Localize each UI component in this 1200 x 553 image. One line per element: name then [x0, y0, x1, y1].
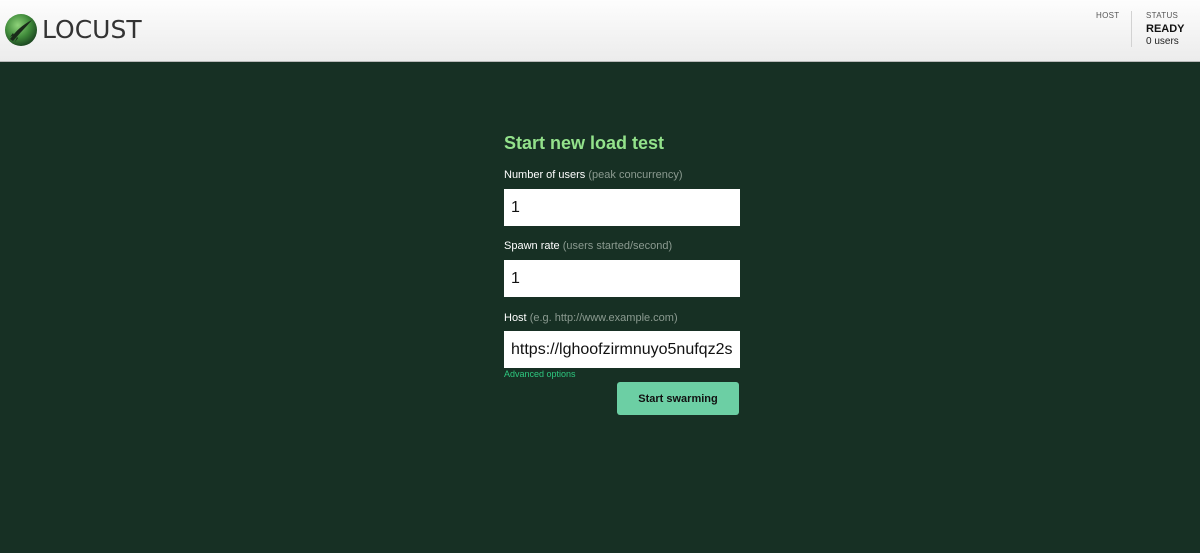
user-count: 0 users — [1146, 36, 1179, 47]
top-bar: LOCUST HOST STATUS READY 0 users — [0, 0, 1200, 62]
users-hint: (peak concurrency) — [588, 169, 683, 181]
advanced-options-link[interactable]: Advanced options — [504, 368, 576, 380]
locust-logo-icon — [5, 14, 37, 46]
start-swarming-button[interactable]: Start swarming — [617, 382, 739, 415]
spawn-hint: (users started/second) — [562, 240, 673, 252]
number-of-users-input[interactable] — [504, 189, 740, 226]
host-label-text: Host — [504, 312, 527, 324]
host-field-label: Host (e.g. http://www.example.com) — [504, 311, 678, 325]
host-hint: (e.g. http://www.example.com) — [529, 312, 678, 324]
form-title: Start new load test — [504, 133, 665, 153]
locust-logo[interactable]: LOCUST — [4, 12, 142, 48]
status-value: READY — [1146, 23, 1185, 35]
users-label-text: Number of users — [504, 169, 586, 181]
status-info: STATUS READY 0 users — [1131, 11, 1185, 47]
status-label: STATUS — [1146, 11, 1179, 20]
start-load-test-form: Start new load test Number of users (pea… — [504, 132, 740, 415]
logo-text: LOCUST — [42, 15, 142, 44]
spawn-rate-input[interactable] — [504, 260, 740, 297]
host-label: HOST — [1096, 11, 1120, 20]
host-info: HOST — [1096, 11, 1119, 21]
spawn-label-text: Spawn rate — [504, 240, 560, 252]
host-input[interactable] — [504, 331, 740, 368]
spawn-rate-field-label: Spawn rate (users started/second) — [504, 239, 672, 253]
users-field-label: Number of users (peak concurrency) — [504, 168, 683, 182]
